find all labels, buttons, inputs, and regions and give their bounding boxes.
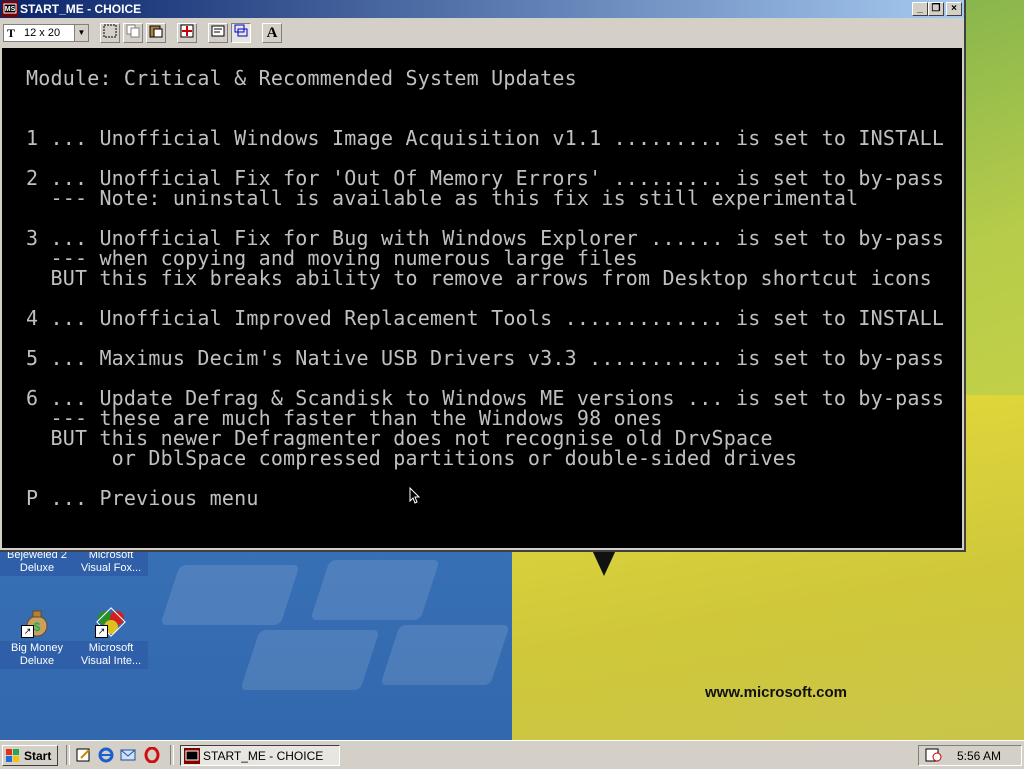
desktop-icon-label: Bejeweled 2 Deluxe [0, 548, 74, 576]
svg-text:$: $ [34, 620, 41, 634]
wallpaper-flag-shape [592, 550, 616, 576]
console-line: BUT this fix breaks ability to remove ar… [26, 266, 932, 290]
shortcut-arrow-icon: ↗ [21, 625, 34, 638]
font-size-value: 12 x 20 [24, 27, 61, 39]
desktop-icon-label: Microsoft Visual Inte... [74, 641, 148, 669]
close-button[interactable]: × [946, 2, 962, 16]
taskbar: Start START_ME - CHOICE 5:56 AM [0, 740, 1024, 769]
chevron-down-icon[interactable]: ▼ [74, 25, 88, 41]
taskbar-separator [66, 745, 70, 765]
console-line: --- Note: uninstall is available as this… [26, 186, 859, 210]
desktop-icon-visual-foxpro[interactable]: Microsoft Visual Fox... [74, 548, 148, 576]
paste-icon [149, 25, 163, 38]
wallpaper-tile [240, 630, 380, 690]
paste-button[interactable] [146, 23, 166, 43]
background-icon [234, 24, 248, 37]
mark-icon [103, 24, 117, 38]
copy-icon [126, 24, 140, 38]
font-a-icon: A [266, 25, 278, 41]
desktop-icon-label: Big Money Deluxe [0, 641, 74, 669]
start-button[interactable]: Start [2, 745, 58, 766]
truetype-icon: T [7, 26, 16, 40]
window-titlebar[interactable]: MS START_ME - CHOICE _ ❐ × [0, 0, 964, 18]
font-button[interactable]: A [262, 23, 282, 43]
money-bag-icon: $ ↗ [21, 606, 53, 638]
fullscreen-icon [180, 24, 194, 38]
start-label: Start [24, 749, 52, 763]
taskbar-separator [170, 745, 174, 765]
internet-explorer-icon[interactable] [98, 747, 114, 763]
desktop-icon-bejeweled[interactable]: Bejeweled 2 Deluxe [0, 548, 74, 576]
msdos-icon: MS [2, 1, 18, 17]
properties-icon [211, 25, 225, 37]
outlook-express-icon[interactable] [120, 747, 136, 763]
wallpaper-tile [380, 625, 510, 685]
opera-icon[interactable] [144, 747, 160, 763]
msdos-icon [184, 748, 200, 764]
taskbar-button-label: START_ME - CHOICE [203, 749, 324, 763]
wallpaper-tile [310, 560, 440, 620]
console-window: MS START_ME - CHOICE _ ❐ × T 12 x 20 ▼ A… [0, 0, 966, 552]
scheduler-icon[interactable] [925, 747, 943, 763]
font-size-select[interactable]: T 12 x 20 ▼ [3, 24, 89, 42]
system-tray: 5:56 AM [918, 745, 1022, 766]
desktop-icon-big-money[interactable]: $ ↗ Big Money Deluxe [0, 606, 74, 669]
wallpaper-brand-text: www.microsoft.com [705, 684, 847, 701]
restore-button[interactable]: ❐ [928, 2, 944, 16]
background-button[interactable] [231, 23, 251, 43]
taskbar-button-start-me[interactable]: START_ME - CHOICE [180, 745, 340, 766]
console-line: 1 ... Unofficial Windows Image Acquisiti… [26, 126, 945, 150]
svg-text:MS: MS [5, 6, 16, 13]
console-toolbar: T 12 x 20 ▼ A [0, 20, 964, 46]
windows-flag-icon [6, 749, 19, 762]
copy-button[interactable] [123, 23, 143, 43]
mark-button[interactable] [100, 23, 120, 43]
console-line: 5 ... Maximus Decim's Native USB Drivers… [26, 346, 945, 370]
wallpaper-tile [160, 565, 300, 625]
window-title: START_ME - CHOICE [20, 2, 142, 16]
console-output[interactable]: Module: Critical & Recommended System Up… [2, 48, 962, 548]
fullscreen-button[interactable] [177, 23, 197, 43]
console-line: 4 ... Unofficial Improved Replacement To… [26, 306, 945, 330]
visual-interdev-icon: ↗ [95, 606, 127, 638]
properties-button[interactable] [208, 23, 228, 43]
desktop-icon-visual-interdev[interactable]: ↗ Microsoft Visual Inte... [74, 606, 148, 669]
console-line: P ... Previous menu [26, 486, 259, 510]
desktop-icon-label: Microsoft Visual Fox... [74, 548, 148, 576]
console-line: Module: Critical & Recommended System Up… [26, 66, 577, 90]
console-line: or DblSpace compressed partitions or dou… [26, 446, 798, 470]
minimize-button[interactable]: _ [912, 2, 928, 16]
edit-pencil-icon[interactable] [76, 747, 92, 763]
clock[interactable]: 5:56 AM [957, 749, 1001, 763]
shortcut-arrow-icon: ↗ [95, 625, 108, 638]
